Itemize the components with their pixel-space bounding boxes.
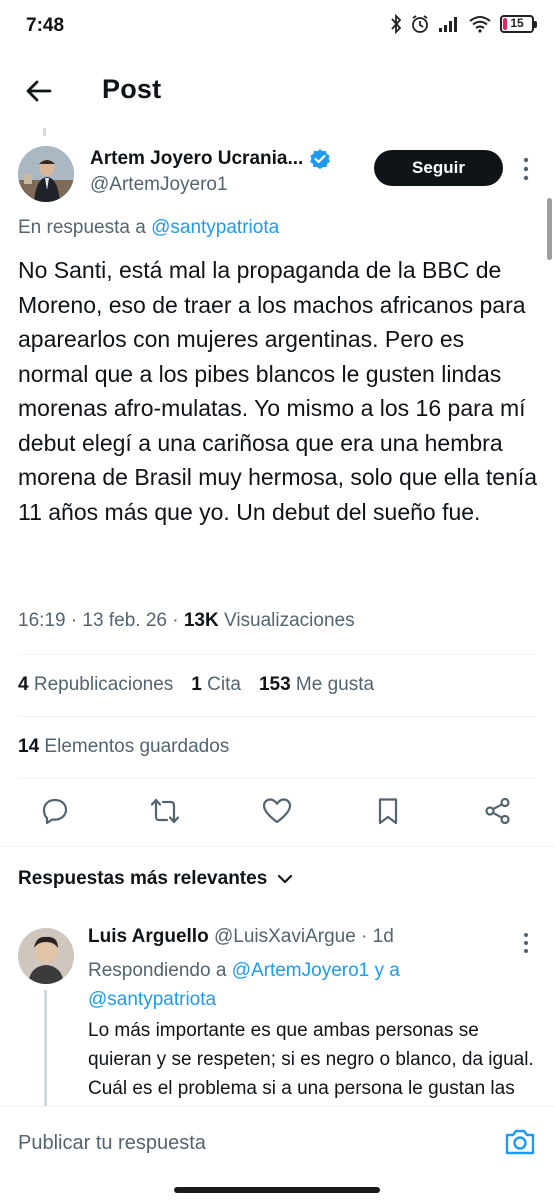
reply-composer: Publicar tu respuesta — [0, 1106, 554, 1200]
reply-icon — [42, 798, 68, 825]
repost-icon — [150, 798, 180, 824]
back-button[interactable] — [22, 74, 56, 108]
more-options-icon[interactable] — [516, 156, 536, 182]
alarm-icon — [412, 15, 428, 33]
divider — [18, 778, 536, 779]
verified-badge-icon — [310, 149, 331, 169]
author-name[interactable]: Artem Joyero Ucrania... — [90, 148, 303, 170]
reply-item[interactable]: Luis Arguello @LuisXaviArgue · 1d Respon… — [0, 920, 554, 1106]
chevron-down-icon — [278, 874, 293, 884]
camera-button[interactable] — [504, 1127, 536, 1162]
heart-icon — [262, 798, 292, 824]
bookmark-icon — [378, 798, 398, 825]
reply-text: Lo más importante es que ambas personas … — [88, 1020, 534, 1099]
reply-button[interactable] — [40, 796, 70, 826]
share-icon — [485, 797, 510, 825]
likes-stat[interactable]: 153 Me gusta — [259, 674, 374, 696]
reply-to-prefix: En respuesta a — [18, 217, 146, 238]
bookmark-button[interactable] — [373, 796, 403, 826]
divider — [0, 846, 554, 847]
replying-to: Respondiendo a @ArtemJoyero1 y a @santyp… — [88, 960, 400, 1010]
views-count: 13K — [183, 610, 219, 631]
status-bar: 7:48 15 — [0, 0, 554, 52]
reposts-stat[interactable]: 4 Republicaciones — [18, 674, 173, 696]
reply-author-handle[interactable]: @LuisXaviArgue · 1d — [214, 926, 394, 947]
battery-icon: 15 — [500, 15, 537, 33]
replies-sort-dropdown[interactable]: Respuestas más relevantes — [18, 868, 293, 890]
post-text: No Santi, está mal la propaganda de la B… — [18, 257, 538, 525]
action-bar — [0, 796, 554, 830]
thread-line — [44, 990, 47, 1106]
wifi-icon — [469, 16, 491, 33]
reply-to-mention[interactable]: @santypatriota — [151, 217, 279, 238]
post-author: Artem Joyero Ucrania... @ArtemJoyero1 Se… — [0, 142, 554, 206]
post-meta: 16:19 · 13 feb. 26 · 13K Visualizaciones — [18, 610, 355, 632]
page-title: Post — [102, 74, 162, 104]
battery-level: 15 — [510, 16, 524, 30]
reply-header: Luis Arguello @LuisXaviArgue · 1d — [88, 926, 394, 948]
arrow-left-icon — [26, 80, 52, 102]
reply-avatar[interactable] — [18, 928, 74, 984]
reply-author-name[interactable]: Luis Arguello — [88, 926, 209, 947]
bluetooth-icon — [391, 14, 402, 34]
repost-button[interactable] — [150, 796, 180, 826]
quotes-stat[interactable]: 1 Cita — [191, 674, 241, 696]
replies-section-title: Respuestas más relevantes — [18, 868, 268, 889]
status-icons: 15 — [390, 14, 537, 34]
avatar[interactable] — [18, 146, 74, 202]
reply-input[interactable]: Publicar tu respuesta — [18, 1132, 206, 1155]
camera-icon — [505, 1129, 535, 1155]
bookmarks-stat[interactable]: 14 Elementos guardados — [18, 736, 229, 758]
more-options-icon[interactable] — [516, 932, 536, 954]
author-handle[interactable]: @ArtemJoyero1 — [90, 174, 228, 196]
follow-button[interactable]: Seguir — [374, 150, 503, 186]
views-label: Visualizaciones — [223, 610, 355, 631]
header: Post — [0, 52, 554, 128]
post-timestamp: 16:19 · 13 feb. 26 · — [18, 610, 184, 631]
home-indicator — [174, 1187, 380, 1193]
status-time: 7:48 — [26, 15, 65, 36]
divider — [18, 654, 536, 655]
like-button[interactable] — [262, 796, 292, 826]
scrollbar[interactable] — [547, 198, 552, 260]
engagement-stats: 4 Republicaciones 1 Cita 153 Me gusta — [18, 674, 374, 696]
share-button[interactable] — [483, 796, 513, 826]
reply-to-line: En respuesta a @santypatriota — [18, 217, 279, 239]
divider — [18, 716, 536, 717]
signal-icon — [439, 17, 457, 32]
thread-line — [43, 128, 46, 136]
